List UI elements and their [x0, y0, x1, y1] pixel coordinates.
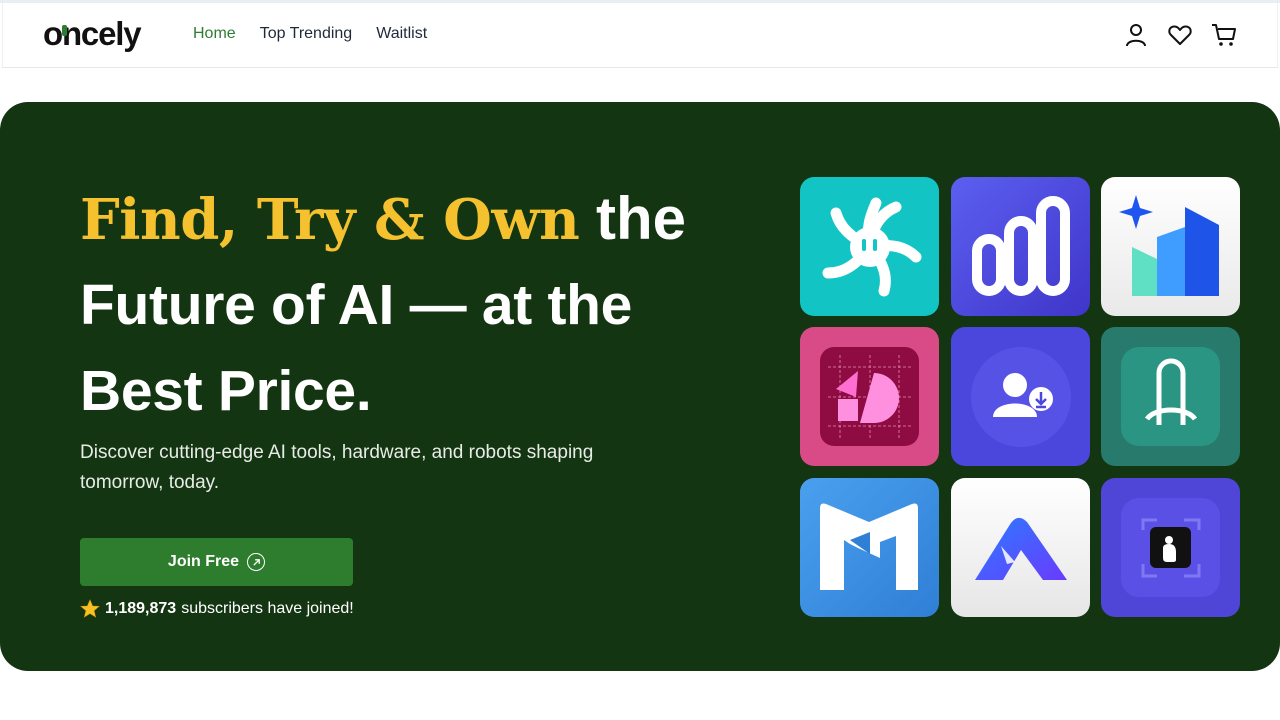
arrow-up-right-icon [247, 553, 266, 571]
subscriber-count: 1,189,873 subscribers have joined! [80, 599, 354, 619]
logo-accent-mark [62, 25, 67, 36]
subscriber-number: 1,189,873 [105, 600, 177, 617]
a-logo-app-icon[interactable] [951, 478, 1090, 617]
hero-headline: Find, Try & Own the Future of AI — at th… [80, 177, 720, 434]
hero-banner: Find, Try & Own the Future of AI — at th… [0, 102, 1280, 671]
headline-line-2: Future of AI — at the [80, 273, 633, 337]
swirl-app-icon[interactable] [800, 177, 939, 316]
heart-icon[interactable] [1167, 22, 1193, 48]
bar-chart-app-icon[interactable] [951, 177, 1090, 316]
frame-app-icon[interactable] [1101, 478, 1240, 617]
nav-waitlist[interactable]: Waitlist [376, 25, 427, 43]
logo-text: oncely [43, 15, 142, 52]
nav-home[interactable]: Home [193, 25, 236, 43]
join-free-label: Join Free [167, 553, 240, 570]
user-icon[interactable] [1123, 22, 1149, 48]
m-logo-app-icon[interactable] [800, 478, 939, 617]
arch-app-icon[interactable] [1101, 327, 1240, 466]
shapes-app-icon[interactable] [800, 327, 939, 466]
headline-accent: Find, Try & Own [80, 187, 580, 253]
hero-subtitle: Discover cutting-edge AI tools, hardware… [80, 442, 594, 493]
site-header: oncely Home Top Trending Waitlist [2, 3, 1278, 68]
main-nav: Home Top Trending Waitlist [193, 25, 427, 43]
headline-line-3: Best Price. [80, 359, 372, 423]
headline-line-1-rest: the [579, 185, 686, 252]
user-download-app-icon[interactable] [951, 327, 1090, 466]
logo-wordmark: oncely [43, 15, 142, 53]
oncely-logo[interactable]: oncely [43, 15, 142, 53]
subscriber-text: subscribers have joined! [181, 600, 354, 617]
nav-top-trending[interactable]: Top Trending [260, 25, 353, 43]
join-free-button[interactable]: Join Free [80, 538, 353, 586]
app-icon-grid [800, 177, 1240, 617]
headline-line-1: Find, Try & Own the [80, 177, 720, 262]
cart-icon[interactable] [1211, 22, 1237, 48]
star-icon [80, 599, 100, 619]
header-actions [1123, 22, 1237, 48]
sparkle-chart-app-icon[interactable] [1101, 177, 1240, 316]
